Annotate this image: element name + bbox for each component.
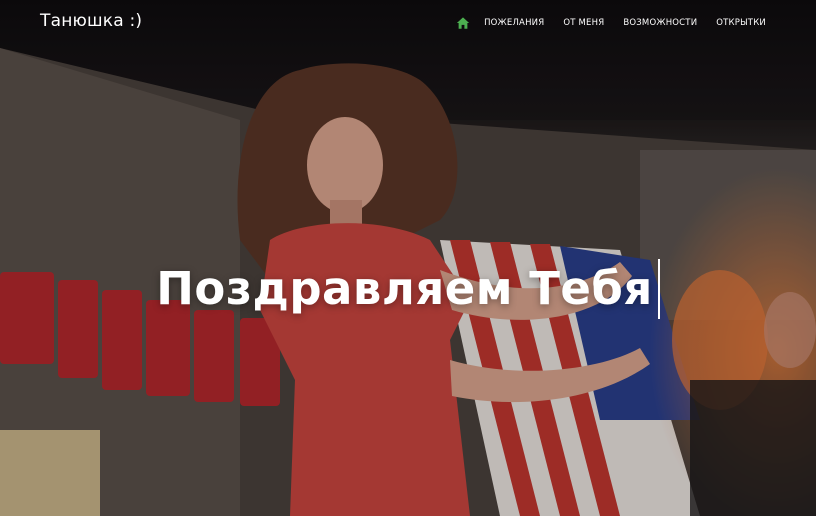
- hero-headline: Поздравляем Тебя: [156, 262, 653, 315]
- main-nav: ПОЖЕЛАНИЯ ОТ МЕНЯ ВОЗМОЖНОСТИ ОТКРЫТКИ: [456, 16, 766, 30]
- brand-logo[interactable]: Танюшка :): [40, 11, 142, 31]
- nav-item-cards[interactable]: ОТКРЫТКИ: [716, 18, 766, 28]
- hero-headline-wrap: Поздравляем Тебя: [0, 257, 816, 321]
- nav-item-features[interactable]: ВОЗМОЖНОСТИ: [623, 18, 697, 28]
- nav-item-from-me[interactable]: ОТ МЕНЯ: [563, 18, 604, 28]
- hero-section: Танюшка :) ПОЖЕЛАНИЯ ОТ МЕНЯ ВОЗМОЖНОСТИ…: [0, 0, 816, 516]
- typing-caret: [657, 259, 660, 319]
- nav-item-wishes[interactable]: ПОЖЕЛАНИЯ: [484, 18, 544, 28]
- home-icon[interactable]: [456, 16, 470, 30]
- top-navbar: Танюшка :) ПОЖЕЛАНИЯ ОТ МЕНЯ ВОЗМОЖНОСТИ…: [0, 0, 816, 48]
